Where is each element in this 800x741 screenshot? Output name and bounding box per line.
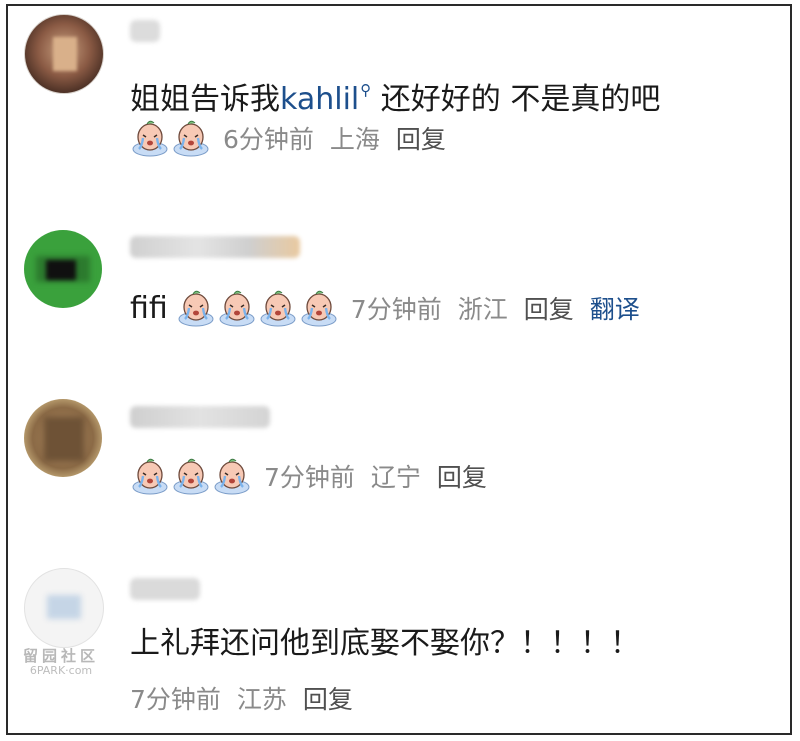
comment-meta: 6分钟前 上海 回复: [130, 118, 462, 158]
crying-face-icon: [212, 456, 252, 496]
location: 辽宁: [370, 463, 421, 492]
location: 浙江: [457, 295, 508, 324]
reply-button[interactable]: 回复: [303, 680, 353, 716]
username-blurred[interactable]: [130, 20, 160, 42]
comment-text: fifi: [130, 290, 168, 326]
timestamp: 7分钟前: [130, 685, 221, 714]
search-icon: ⚲: [360, 81, 372, 99]
avatar[interactable]: [24, 399, 102, 477]
timestamp: 7分钟前: [350, 295, 442, 324]
watermark: 留园社区 6PARK·com: [16, 648, 106, 677]
timestamp: 7分钟前: [264, 463, 355, 492]
reply-button[interactable]: 回复: [396, 120, 446, 156]
comment-list: 姐姐告诉我kahlil⚲ 还好好的 不是真的吧 6分钟前 上海 回复 fifi …: [6, 4, 792, 735]
crying-face-icon: [171, 118, 211, 158]
crying-face-icon: [171, 456, 211, 496]
crying-face-icon: [176, 288, 216, 328]
avatar[interactable]: [24, 568, 104, 648]
crying-face-icon: [299, 288, 339, 328]
translate-button[interactable]: 翻译: [590, 290, 640, 326]
comment-meta: fifi 7分钟前 浙江 回复 翻译: [130, 288, 640, 328]
mention-link[interactable]: kahlil: [280, 82, 359, 117]
username-blurred[interactable]: [130, 578, 200, 600]
crying-face-icon: [130, 456, 170, 496]
avatar[interactable]: [24, 14, 104, 94]
comment-text-before: 姐姐告诉我: [130, 82, 280, 117]
location: 上海: [329, 125, 380, 154]
comment-meta: 7分钟前 辽宁 回复: [130, 456, 503, 496]
crying-face-icon: [217, 288, 257, 328]
comment-meta: 7分钟前 江苏 回复: [130, 678, 369, 718]
comment-text: 姐姐告诉我kahlil⚲ 还好好的 不是真的吧: [130, 70, 660, 120]
watermark-text: 留园社区: [22, 647, 99, 665]
timestamp: 6分钟前: [223, 125, 314, 154]
comment-text: 上礼拜还问他到底娶不娶你？！！！！: [130, 626, 640, 661]
reply-button[interactable]: 回复: [437, 458, 487, 494]
location: 江苏: [236, 685, 287, 714]
username-blurred[interactable]: [130, 236, 300, 258]
crying-face-icon: [258, 288, 298, 328]
avatar[interactable]: [24, 230, 102, 308]
reply-button[interactable]: 回复: [524, 290, 574, 326]
username-blurred[interactable]: [130, 406, 270, 428]
comment-text-after: 还好好的 不是真的吧: [371, 82, 661, 117]
crying-face-icon: [130, 118, 170, 158]
watermark-url: 6PARK·com: [29, 663, 93, 677]
